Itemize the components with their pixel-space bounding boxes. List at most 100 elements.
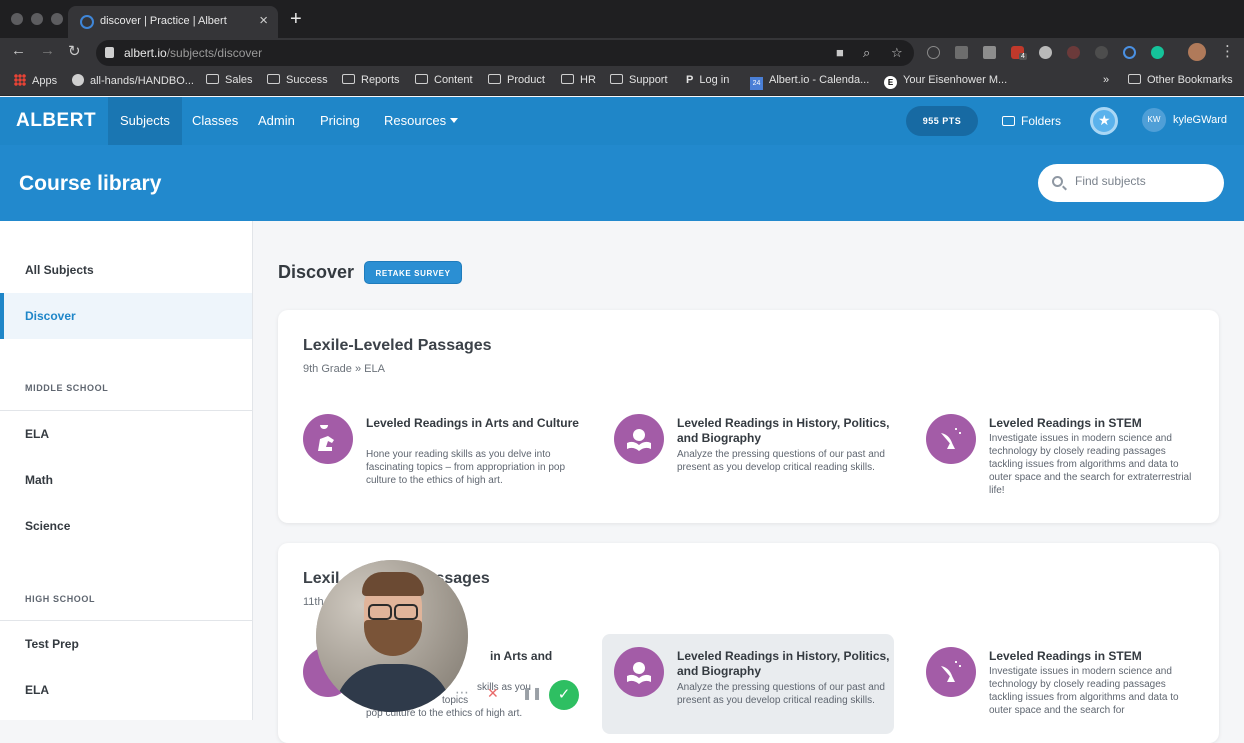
- course-item[interactable]: Leveled Readings in Arts and Culture Hon…: [303, 414, 593, 504]
- bookmark-login[interactable]: P Log in: [686, 74, 729, 86]
- globe-book-icon: [614, 647, 664, 697]
- bookmark-product[interactable]: Product: [488, 74, 545, 86]
- url-text: albert.io/subjects/discover: [124, 46, 263, 60]
- bookmark-sales[interactable]: Sales: [206, 74, 253, 86]
- calendar-icon: 24: [750, 77, 763, 90]
- search-input[interactable]: [1075, 174, 1215, 188]
- bookmark-star-icon[interactable]: ☆: [891, 45, 903, 61]
- back-arrow-icon[interactable]: ←: [11, 42, 26, 59]
- maximize-window-icon[interactable]: [51, 13, 63, 25]
- page-header: Course library: [0, 145, 1244, 221]
- bookmarks-bar: Apps all-hands/HANDBO... Sales Success R…: [0, 68, 1244, 96]
- extension-analytics-icon[interactable]: [1039, 46, 1052, 59]
- extension-info-icon[interactable]: [927, 46, 940, 59]
- bookmark-calendar[interactable]: 24 Albert.io - Calenda...: [750, 74, 869, 90]
- section-title: Discover: [278, 262, 355, 282]
- minimize-window-icon[interactable]: [31, 13, 43, 25]
- browser-toolbar: ← → ↻ albert.io/subjects/discover ■ ⌕ ☆ …: [0, 38, 1244, 68]
- apps-grid-icon: [14, 74, 26, 86]
- extension-record-icon[interactable]: [1067, 46, 1080, 59]
- finish-recording-icon[interactable]: ✓: [549, 680, 579, 710]
- nav-resources[interactable]: Resources: [372, 97, 470, 145]
- sidebar-item-ms-ela[interactable]: ELA: [0, 411, 252, 457]
- nav-subjects[interactable]: Subjects: [108, 97, 182, 145]
- address-bar[interactable]: albert.io/subjects/discover ■ ⌕ ☆: [96, 40, 914, 66]
- bookmarks-overflow-button[interactable]: »: [1103, 74, 1109, 86]
- camera-icon[interactable]: ■: [836, 45, 844, 60]
- nav-admin[interactable]: Admin: [246, 97, 307, 145]
- folder-icon: [610, 74, 623, 84]
- course-title: Leveled Readings in History, Politics, a…: [677, 416, 890, 445]
- folder-icon: [415, 74, 428, 84]
- sidebar-item-hs-test-prep[interactable]: Test Prep: [0, 621, 252, 667]
- course-item[interactable]: Leveled Readings in History, Politics, a…: [614, 414, 904, 504]
- profile-avatar-icon[interactable]: [1188, 43, 1206, 61]
- globe-book-icon: [614, 414, 664, 464]
- browser-menu-icon[interactable]: ⋮: [1220, 42, 1235, 60]
- extension-reader-icon[interactable]: [955, 46, 968, 59]
- bookmark-reports[interactable]: Reports: [342, 74, 400, 86]
- extension-leaf-icon[interactable]: [1095, 46, 1108, 59]
- username[interactable]: kyleGWard: [1173, 114, 1227, 126]
- folder-icon: [206, 74, 219, 84]
- close-tab-icon[interactable]: ×: [259, 12, 268, 29]
- albert-logo[interactable]: ALBERT: [16, 110, 96, 132]
- bookmark-hr[interactable]: HR: [561, 74, 596, 86]
- cancel-recording-icon[interactable]: ✕: [487, 685, 499, 702]
- extension-badge: 4: [1019, 53, 1027, 60]
- more-options-icon[interactable]: ⋯: [455, 684, 469, 701]
- folder-icon: [267, 74, 280, 84]
- albert-favicon-icon: [80, 15, 94, 29]
- app-navbar: ALBERT Subjects Classes Admin Pricing Re…: [0, 97, 1244, 145]
- course-description: Investigate issues in modern science and…: [989, 433, 1192, 496]
- sidebar-item-discover[interactable]: Discover: [0, 293, 252, 339]
- course-title: Leveled Readings in STEM: [989, 649, 1142, 663]
- other-bookmarks[interactable]: Other Bookmarks: [1128, 74, 1233, 86]
- search-box[interactable]: [1038, 164, 1224, 202]
- sidebar-item-all-subjects[interactable]: All Subjects: [0, 247, 252, 293]
- course-description: Analyze the pressing questions of our pa…: [677, 682, 885, 706]
- achievement-star-icon[interactable]: [1090, 107, 1118, 135]
- extension-link-icon[interactable]: [1123, 46, 1136, 59]
- nav-pricing[interactable]: Pricing: [308, 97, 372, 145]
- course-description: Analyze the pressing questions of our pa…: [677, 449, 885, 473]
- zoom-icon[interactable]: ⌕: [863, 45, 870, 61]
- webcam-bubble[interactable]: [316, 560, 468, 712]
- chevron-down-icon: [450, 118, 459, 123]
- folder-icon: [342, 74, 355, 84]
- bookmark-success[interactable]: Success: [267, 74, 328, 86]
- github-icon: [72, 74, 84, 86]
- bookmark-support[interactable]: Support: [610, 74, 668, 86]
- bookmark-eisenhower[interactable]: E Your Eisenhower M...: [884, 74, 1007, 89]
- bookmark-apps[interactable]: Apps: [14, 74, 57, 87]
- pause-recording-icon[interactable]: ❚❚: [522, 686, 542, 700]
- sidebar-item-ms-math[interactable]: Math: [0, 457, 252, 503]
- avatar[interactable]: KW: [1142, 108, 1166, 132]
- card-subtitle: 9th Grade » ELA: [303, 363, 385, 375]
- retake-survey-button[interactable]: RETAKE SURVEY: [364, 261, 462, 284]
- course-item-hovered[interactable]: Leveled Readings in History, Politics, a…: [602, 634, 894, 734]
- forward-arrow-icon[interactable]: →: [40, 42, 55, 59]
- extension-briefcase-icon[interactable]: [983, 46, 996, 59]
- grammarly-icon[interactable]: [1151, 46, 1164, 59]
- sidebar-heading-high-school: HIGH SCHOOL: [25, 594, 96, 604]
- sidebar-item-ms-science[interactable]: Science: [0, 503, 252, 549]
- folder-icon: [561, 74, 574, 84]
- course-item[interactable]: Leveled Readings in STEM Investigate iss…: [926, 647, 1216, 737]
- satellite-dish-icon: [926, 647, 976, 697]
- close-window-icon[interactable]: [11, 13, 23, 25]
- nav-classes[interactable]: Classes: [180, 97, 250, 145]
- thinker-statue-icon: [303, 414, 353, 464]
- browser-tab-active[interactable]: discover | Practice | Albert ×: [68, 6, 278, 38]
- satellite-dish-icon: [926, 414, 976, 464]
- course-item[interactable]: Leveled Readings in STEM Investigate iss…: [926, 414, 1216, 504]
- bookmark-content[interactable]: Content: [415, 74, 473, 86]
- page-title: Course library: [19, 172, 162, 195]
- card-title[interactable]: Lexile-Leveled Passages: [303, 337, 492, 355]
- sidebar-item-hs-ela[interactable]: ELA: [0, 667, 252, 713]
- new-tab-icon[interactable]: +: [290, 8, 302, 31]
- sidebar-heading-middle-school: MIDDLE SCHOOL: [25, 383, 109, 393]
- folders-button[interactable]: Folders: [1002, 114, 1061, 128]
- reload-icon[interactable]: ↻: [68, 42, 81, 60]
- bookmark-handbook[interactable]: all-hands/HANDBO...: [72, 74, 194, 87]
